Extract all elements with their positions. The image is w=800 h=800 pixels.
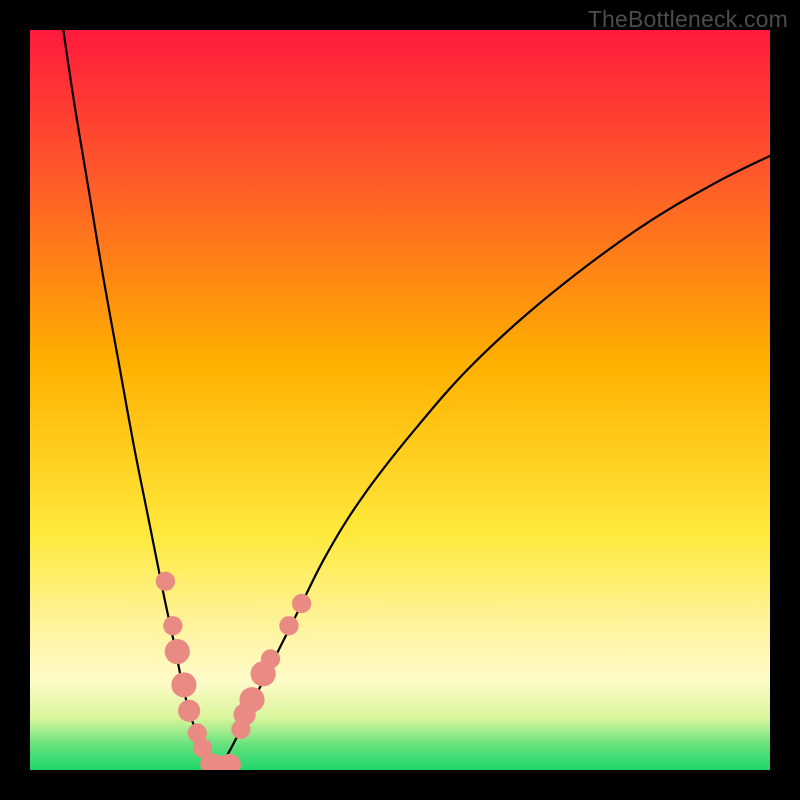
chart-frame xyxy=(30,30,770,770)
data-point xyxy=(279,616,298,635)
data-point xyxy=(156,572,175,591)
data-point xyxy=(239,687,264,712)
data-point xyxy=(171,672,196,697)
watermark-text: TheBottleneck.com xyxy=(588,6,788,33)
data-point xyxy=(163,616,182,635)
bottleneck-chart xyxy=(30,30,770,770)
data-point xyxy=(178,700,200,722)
gradient-background xyxy=(30,30,770,770)
data-point xyxy=(165,639,190,664)
data-point xyxy=(261,649,280,668)
data-point xyxy=(292,594,311,613)
